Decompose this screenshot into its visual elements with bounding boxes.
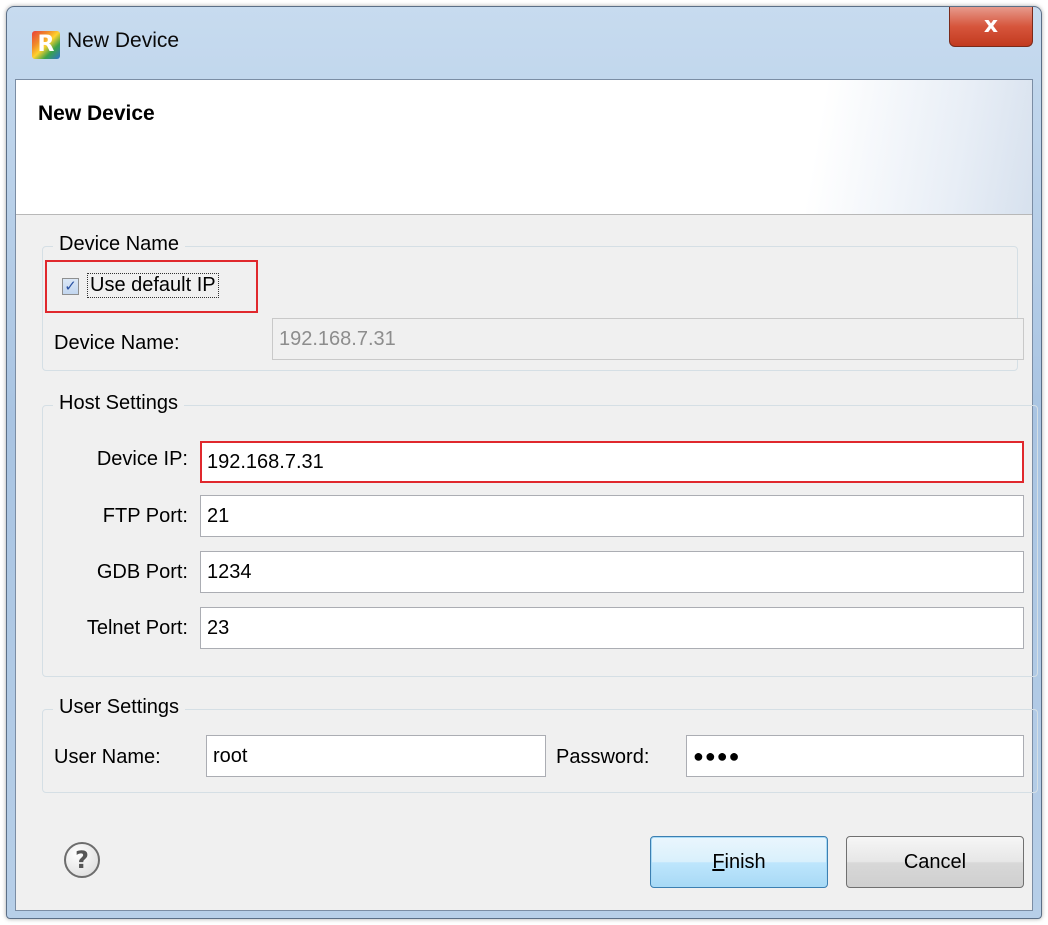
window-title: New Device xyxy=(67,29,180,52)
title-bar[interactable]: R New Device x xyxy=(7,7,1041,77)
password-mask: ●●●● xyxy=(693,746,741,766)
gdb-port-field[interactable]: 1234 xyxy=(200,551,1024,593)
telnet-port-field[interactable]: 23 xyxy=(200,607,1024,649)
checkmark-icon: ✓ xyxy=(64,277,77,295)
user-settings-group-legend: User Settings xyxy=(53,696,186,719)
device-name-label: Device Name: xyxy=(54,332,180,354)
device-ip-field[interactable]: 192.168.7.31 xyxy=(200,441,1024,483)
user-name-field[interactable]: root xyxy=(206,735,546,777)
telnet-port-label: Telnet Port: xyxy=(86,617,188,639)
user-name-label: User Name: xyxy=(54,746,161,768)
new-device-dialog: R New Device x New Device Device Name ✓ … xyxy=(6,6,1042,919)
dialog-client-area: New Device Device Name ✓ Use default IP … xyxy=(15,79,1038,911)
use-default-ip-checkbox[interactable]: ✓ xyxy=(62,278,79,295)
cancel-label: Cancel xyxy=(903,851,967,873)
help-button[interactable]: ? xyxy=(64,842,100,878)
ftp-port-field[interactable]: 21 xyxy=(200,495,1024,537)
app-logo-icon: R xyxy=(32,31,60,59)
gdb-port-label: GDB Port: xyxy=(96,561,188,583)
close-icon: x xyxy=(983,13,999,38)
wizard-banner: New Device xyxy=(16,80,1032,215)
device-name-field[interactable]: 192.168.7.31 xyxy=(272,318,1024,360)
close-button[interactable]: x xyxy=(949,7,1033,47)
finish-mnemonic: F xyxy=(712,851,725,873)
password-field[interactable]: ●●●● xyxy=(686,735,1024,777)
finish-button[interactable]: Finish xyxy=(650,836,828,888)
page-title: New Device xyxy=(38,102,155,125)
password-label: Password: xyxy=(556,746,650,768)
help-icon: ? xyxy=(75,846,89,874)
host-settings-group-legend: Host Settings xyxy=(53,392,184,415)
device-name-group-legend: Device Name xyxy=(53,233,186,256)
device-ip-label: Device IP: xyxy=(96,448,188,470)
use-default-ip-label[interactable]: Use default IP xyxy=(87,273,219,298)
cancel-button[interactable]: Cancel xyxy=(846,836,1024,888)
finish-label: inish xyxy=(724,851,766,873)
ftp-port-label: FTP Port: xyxy=(102,505,188,527)
